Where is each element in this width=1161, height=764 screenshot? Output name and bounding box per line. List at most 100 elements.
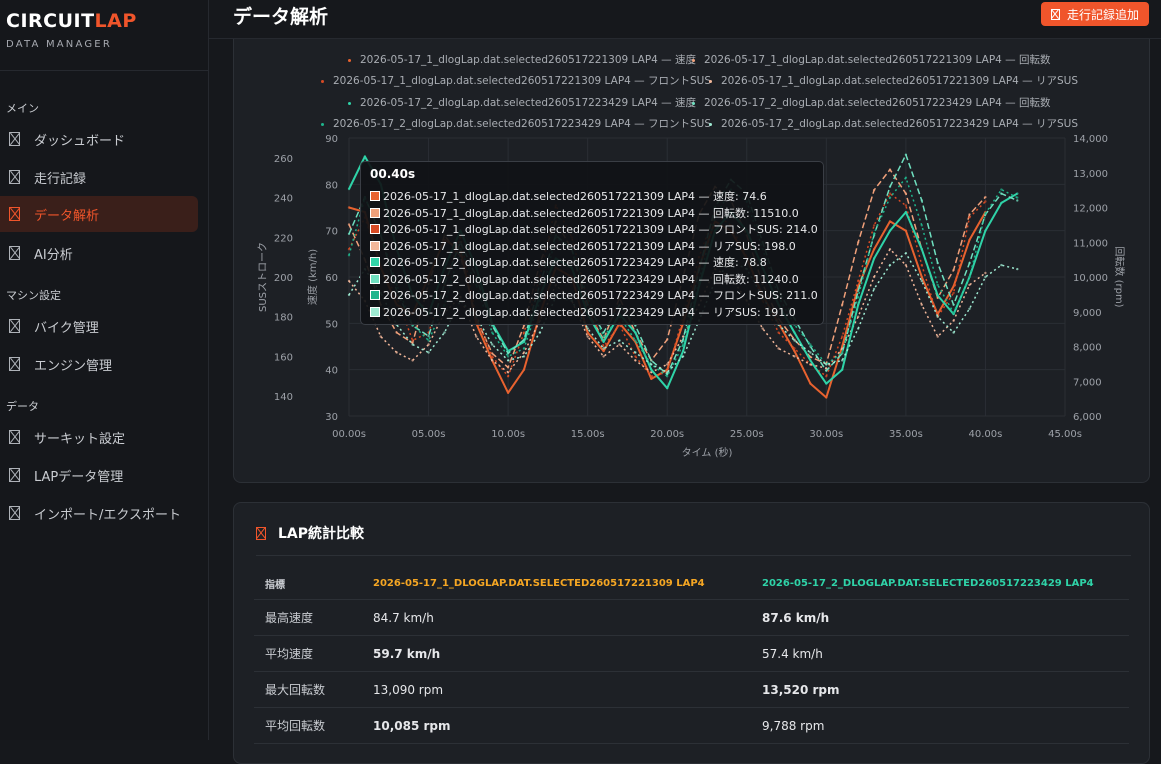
add-run-record-button[interactable]: 走行記録追加: [1040, 2, 1149, 26]
speed-tick-label: 70: [325, 227, 338, 238]
sus-tick-label: 160: [274, 352, 293, 363]
tooltip-swatch: [370, 207, 380, 218]
data-point: [984, 229, 987, 232]
data-point: [1016, 192, 1019, 195]
data-point: [872, 248, 876, 251]
rpm-tick-label: 8,000: [1073, 343, 1102, 354]
tooltip-swatch: [370, 273, 380, 284]
data-point: [347, 223, 351, 226]
data-point: [984, 200, 987, 203]
data-point: [506, 359, 510, 362]
data-point: [793, 349, 796, 353]
data-point: [761, 327, 764, 330]
data-point: [888, 248, 892, 251]
data-point: [395, 351, 398, 354]
data-point: [666, 387, 669, 390]
data-point: [904, 176, 908, 179]
sidebar-item-import-export[interactable]: インポート/エクスポート: [0, 495, 198, 531]
stats-metric: 平均速度: [254, 635, 362, 672]
data-point: [952, 311, 955, 314]
sus-tick-label: 140: [274, 392, 293, 403]
tooltip-title: 00.40s: [370, 167, 416, 181]
stats-value-b: 13,520 rpm: [751, 671, 1129, 708]
rpm-tick-label: 10,000: [1073, 273, 1108, 284]
data-point: [666, 371, 669, 374]
data-point: [793, 331, 796, 334]
stats-table: 指標 2026-05-17_1_DLOGLAP.DAT.SELECTED2605…: [254, 567, 1129, 744]
x-axis-title: タイム (秒): [682, 446, 733, 459]
stats-value-a: 59.7 km/h: [362, 635, 751, 672]
data-point: [1016, 199, 1019, 202]
data-point: [920, 275, 923, 279]
header-metric: 指標: [254, 567, 362, 600]
data-point: [602, 349, 605, 353]
rpm-tick-label: 14,000: [1073, 134, 1108, 145]
data-point: [888, 185, 892, 188]
data-point: [506, 391, 510, 394]
data-point: [506, 375, 510, 378]
data-point: [904, 229, 908, 232]
data-point: [475, 335, 478, 338]
data-point: [395, 331, 398, 334]
rpm-tick-label: 6,000: [1073, 412, 1102, 423]
speed-tick-label: 80: [325, 180, 338, 191]
data-point: [634, 351, 637, 354]
data-point: [427, 339, 430, 342]
data-point: [872, 275, 876, 279]
data-point: [968, 275, 971, 279]
data-point: [920, 224, 923, 227]
lap-stats-card: LAP統計比較 指標 2026-05-17_1_DLOGLAP.DAT.SELE…: [233, 502, 1150, 764]
data-point: [872, 188, 876, 192]
stats-header-row: 指標 2026-05-17_1_DLOGLAP.DAT.SELECTED2605…: [254, 567, 1129, 600]
data-point: [857, 241, 860, 244]
data-point: [666, 363, 669, 366]
tooltip-swatch: [370, 290, 380, 300]
stats-row: 平均回転数 10,085 rpm 9,788 rpm: [254, 707, 1129, 744]
data-point: [681, 349, 685, 353]
data-point: [602, 347, 605, 350]
tooltip-row: 2026-05-17_2_dlogLap.dat.selected2605172…: [370, 271, 799, 287]
data-point: [618, 339, 621, 342]
data-point: [634, 331, 637, 334]
tooltip-text: 2026-05-17_1_dlogLap.dat.selected2605172…: [383, 206, 799, 220]
data-point: [952, 291, 955, 295]
data-point: [650, 363, 653, 366]
data-point: [968, 216, 971, 219]
data-point: [681, 355, 685, 358]
data-point: [793, 355, 796, 358]
data-point: [1000, 263, 1003, 267]
data-point: [650, 368, 653, 371]
tooltip-text: 2026-05-17_2_dlogLap.dat.selected2605172…: [383, 272, 799, 286]
data-point: [379, 335, 382, 338]
data-point: [904, 252, 908, 255]
data-point: [538, 331, 542, 334]
data-point: [952, 303, 955, 306]
tooltip-row: 2026-05-17_1_dlogLap.dat.selected2605172…: [370, 221, 818, 237]
data-point: [888, 192, 892, 195]
speed-tick-label: 50: [325, 319, 338, 330]
data-point: [522, 347, 526, 350]
data-point: [666, 375, 669, 378]
data-point: [920, 248, 923, 251]
data-point: [825, 396, 828, 399]
x-tick-label: 10.00s: [491, 429, 525, 440]
x-tick-label: 40.00s: [969, 429, 1003, 440]
sidebar-item-label: インポート/エクスポート: [34, 507, 181, 523]
data-point: [904, 210, 908, 214]
data-point: [984, 275, 987, 279]
stats-value-b: 57.4 km/h: [751, 635, 1129, 672]
tooltip-swatch: [370, 306, 380, 317]
data-point: [650, 375, 653, 378]
data-point: [347, 279, 351, 283]
data-point: [841, 351, 844, 354]
data-point: [825, 375, 828, 378]
data-point: [522, 331, 526, 334]
data-point: [936, 315, 939, 318]
data-point: [602, 355, 605, 358]
sus-tick-label: 240: [274, 194, 293, 205]
chart-tooltip: 00.40s 2026-05-17_1_dlogLap.dat.selected…: [360, 161, 824, 325]
data-point: [968, 307, 971, 310]
stats-metric: 平均回転数: [254, 707, 362, 744]
data-point: [920, 263, 923, 267]
data-point: [936, 294, 939, 297]
